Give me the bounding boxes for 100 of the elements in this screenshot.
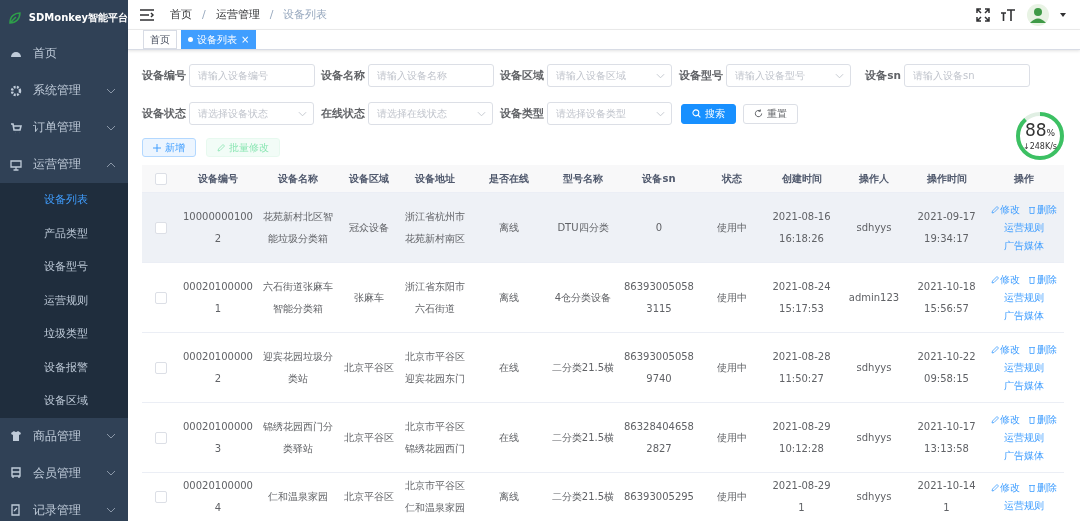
table-cell-text: 863930050589740 xyxy=(623,349,695,386)
trash-icon xyxy=(1028,415,1036,424)
plus-icon xyxy=(153,143,161,152)
table-cell-text: sdhyys xyxy=(856,490,892,504)
menu-item[interactable]: 系统管理 xyxy=(0,72,128,109)
table-row[interactable]: 000201000002 迎宾花园垃圾分类站 北京平谷区 北京市平谷区迎宾花园东门 在线 二分类21.5横 863930050589740 使用中 2021-08-28 11:50:27 sdhyys 2021-10-22 09:58:15 修改 删除 运营规则 广告媒体 xyxy=(142,333,1064,403)
action-link[interactable]: 运营规则 xyxy=(990,428,1058,447)
menu-item[interactable]: 商品管理 xyxy=(0,417,128,455)
table-cell-text: 北京平谷区 xyxy=(344,490,394,504)
filter-label: 在线状态 xyxy=(321,106,365,121)
page-tab[interactable]: 设备列表 × xyxy=(181,30,257,49)
column-header: 操作时间 xyxy=(925,171,968,186)
fullscreen-icon[interactable] xyxy=(976,7,990,22)
page-tab[interactable]: 首页 xyxy=(143,30,177,49)
submenu-item[interactable]: 运营规则 xyxy=(0,283,128,317)
table-cell-text: 000201000001 xyxy=(183,279,253,316)
column-header: 操作 xyxy=(1013,171,1035,186)
breadcrumb-current: 设备列表 xyxy=(283,7,328,22)
delete-link[interactable]: 删除 xyxy=(1028,340,1057,359)
submenu-item[interactable]: 垃圾类型 xyxy=(0,317,128,351)
action-link[interactable]: 运营规则 xyxy=(990,358,1058,377)
delete-link[interactable]: 删除 xyxy=(1028,479,1057,497)
menu-item[interactable]: 运营管理 xyxy=(0,146,128,183)
chevron-up-icon xyxy=(106,161,116,168)
checkbox[interactable] xyxy=(154,291,167,304)
column-header: 设备sn xyxy=(641,171,677,186)
table-row[interactable]: 000201000004 仁和温泉家园 北京平谷区 北京市平谷区仁和温泉家园 离线 二分类21.5横 86393005295 使用中 2021-08-29 1 sdhyys 2021-10-14 1 修改 删除 运营规则 xyxy=(142,473,1064,521)
menu-item[interactable]: 会员管理 xyxy=(0,454,128,492)
action-link[interactable]: 广告媒体 xyxy=(990,236,1058,255)
chevron-down-icon xyxy=(656,72,665,79)
table-cell-text: 2021-10-22 09:58:15 xyxy=(916,349,977,386)
checkbox[interactable] xyxy=(154,491,167,503)
breadcrumb-link[interactable]: 运营管理 xyxy=(215,7,260,22)
submenu-item[interactable]: 设备报警 xyxy=(0,350,128,384)
table-cell-text: 000201000004 xyxy=(183,479,253,515)
cart-icon xyxy=(10,121,22,134)
table-cell-text: 锦绣花园西门分类驿站 xyxy=(262,419,334,456)
checkbox[interactable] xyxy=(154,172,167,185)
search-icon xyxy=(692,109,701,118)
submenu-item[interactable]: 设备区域 xyxy=(0,384,128,418)
menu-item[interactable]: 记录管理 xyxy=(0,491,128,521)
trash-icon xyxy=(1028,484,1036,492)
action-link[interactable]: 运营规则 xyxy=(990,288,1058,307)
usage-ring-icon xyxy=(1014,110,1066,162)
edit-link[interactable]: 修改 xyxy=(991,479,1020,497)
delete-link[interactable]: 删除 xyxy=(1028,200,1057,219)
leaf-logo-icon xyxy=(7,9,23,26)
pencil-icon xyxy=(217,143,225,152)
pencil-icon xyxy=(991,415,999,424)
close-icon[interactable]: × xyxy=(241,34,250,45)
chevron-down-icon xyxy=(106,124,116,131)
delete-link[interactable]: 删除 xyxy=(1028,410,1057,429)
text-size-icon[interactable] xyxy=(1000,7,1016,22)
breadcrumb-separator: / xyxy=(202,8,206,21)
menu-item[interactable]: 订单管理 xyxy=(0,109,128,146)
filter-label: 设备型号 xyxy=(679,68,723,83)
chevron-down-icon xyxy=(106,433,116,439)
caret-icon[interactable] xyxy=(1060,12,1066,17)
breadcrumb-link[interactable]: 首页 xyxy=(170,7,192,22)
edit-link[interactable]: 修改 xyxy=(991,200,1020,219)
menu-icon[interactable] xyxy=(140,8,154,21)
filter-label: 设备状态 xyxy=(142,106,186,121)
add-button[interactable]: 新增 xyxy=(142,138,196,157)
action-link[interactable]: 运营规则 xyxy=(990,497,1058,515)
reset-button[interactable]: 重置 xyxy=(743,103,798,124)
chevron-down-icon xyxy=(106,470,116,476)
table-cell-text: sdhyys xyxy=(856,220,892,235)
edit-link[interactable]: 修改 xyxy=(991,340,1020,359)
action-link[interactable]: 广告媒体 xyxy=(990,306,1058,325)
table-cell-text: 2021-10-18 15:56:57 xyxy=(916,279,977,316)
edit-link[interactable]: 修改 xyxy=(991,270,1020,289)
usage-percent: 88% xyxy=(1024,121,1056,142)
action-link[interactable]: 广告媒体 xyxy=(990,376,1058,395)
table-cell-text: 二分类21.5横 xyxy=(551,430,615,445)
submenu-item[interactable]: 设备型号 xyxy=(0,250,128,284)
table-cell-text: 86393005295 xyxy=(624,490,694,504)
table-cell-text: 浙江省杭州市花苑新村南区 xyxy=(404,209,466,246)
column-header: 设备区域 xyxy=(348,171,390,186)
table-cell-text: 100000001002 xyxy=(183,209,253,246)
menu-item[interactable]: 首页 xyxy=(0,35,128,72)
table-row[interactable]: 000201000003 锦绣花园西门分类驿站 北京平谷区 北京市平谷区锦绣花园西门 在线 二分类21.5横 863284046582827 使用中 2021-08-29 10:12:28 sdhyys 2021-10-17 13:13:58 修改 删除 运营规则 广告媒体 xyxy=(142,403,1064,473)
checkbox[interactable] xyxy=(154,221,167,234)
edit-link[interactable]: 修改 xyxy=(991,410,1020,429)
action-link[interactable]: 运营规则 xyxy=(990,218,1058,237)
submenu-item[interactable]: 产品类型 xyxy=(0,216,128,250)
table-cell-text: 2021-10-17 13:13:58 xyxy=(916,419,977,456)
table-cell-text: 000201000003 xyxy=(183,419,253,456)
breadcrumb-separator: / xyxy=(269,8,274,21)
submenu-item[interactable]: 设备列表 xyxy=(0,183,128,217)
action-link[interactable]: 广告媒体 xyxy=(990,446,1058,465)
table-row[interactable]: 100000001002 花苑新村北区智能垃圾分类箱 冠众设备 浙江省杭州市花苑新村南区 离线 DTU四分类 0 使用中 2021-08-16 16:18:26 sdhyys 2021-09-17 19:34:17 修改 删除 运营规则 广告媒体 xyxy=(142,193,1064,263)
filter-label: 设备区域 xyxy=(500,68,544,83)
pencil-icon xyxy=(991,205,999,214)
table-row[interactable]: 000201000001 六石街道张麻车智能分类箱 张麻车 浙江省东阳市六石街道 离线 4仓分类设备 863930050583115 使用中 2021-08-24 15:17:53 admin123 2021-10-18 15:56:57 修改 删除 运营规则 广告媒体 xyxy=(142,263,1064,333)
checkbox[interactable] xyxy=(154,431,167,444)
table-cell-text: 北京平谷区 xyxy=(344,360,394,375)
search-button[interactable]: 搜索 xyxy=(681,103,736,124)
delete-link[interactable]: 删除 xyxy=(1028,270,1057,289)
avatar-icon[interactable] xyxy=(1026,2,1050,27)
checkbox[interactable] xyxy=(154,361,167,374)
